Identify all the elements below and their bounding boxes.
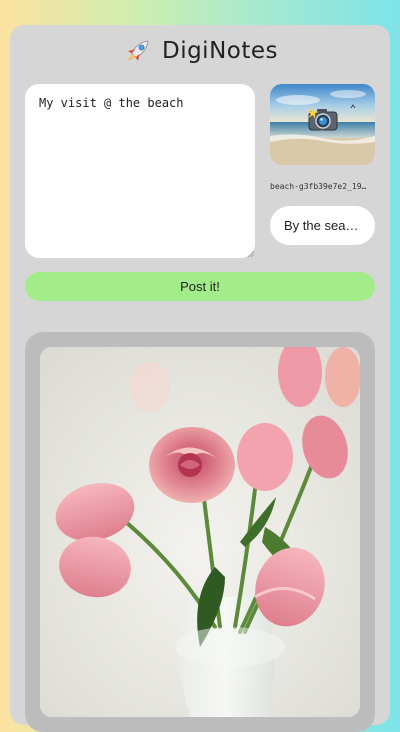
camera-icon bbox=[306, 107, 338, 131]
app-header: DigiNotes bbox=[10, 33, 390, 69]
note-text-value: My visit @ the beach bbox=[39, 96, 184, 110]
post-image bbox=[40, 347, 360, 717]
note-text-input[interactable]: My visit @ the beach bbox=[25, 84, 255, 258]
app-title: DigiNotes bbox=[161, 38, 279, 64]
rocket-icon bbox=[128, 40, 149, 61]
image-filename: beach-g3fb39e7e2_19… bbox=[270, 182, 367, 191]
flowers-photo bbox=[40, 347, 360, 717]
resize-grip-icon[interactable] bbox=[248, 251, 254, 257]
app-card: DigiNotes My visit @ the beach beach-g3f… bbox=[10, 25, 390, 732]
post-button[interactable]: Post it! bbox=[25, 272, 375, 301]
caption-input[interactable]: By the sea… bbox=[270, 206, 375, 245]
image-upload-button[interactable] bbox=[270, 84, 375, 165]
post-card bbox=[25, 332, 375, 732]
